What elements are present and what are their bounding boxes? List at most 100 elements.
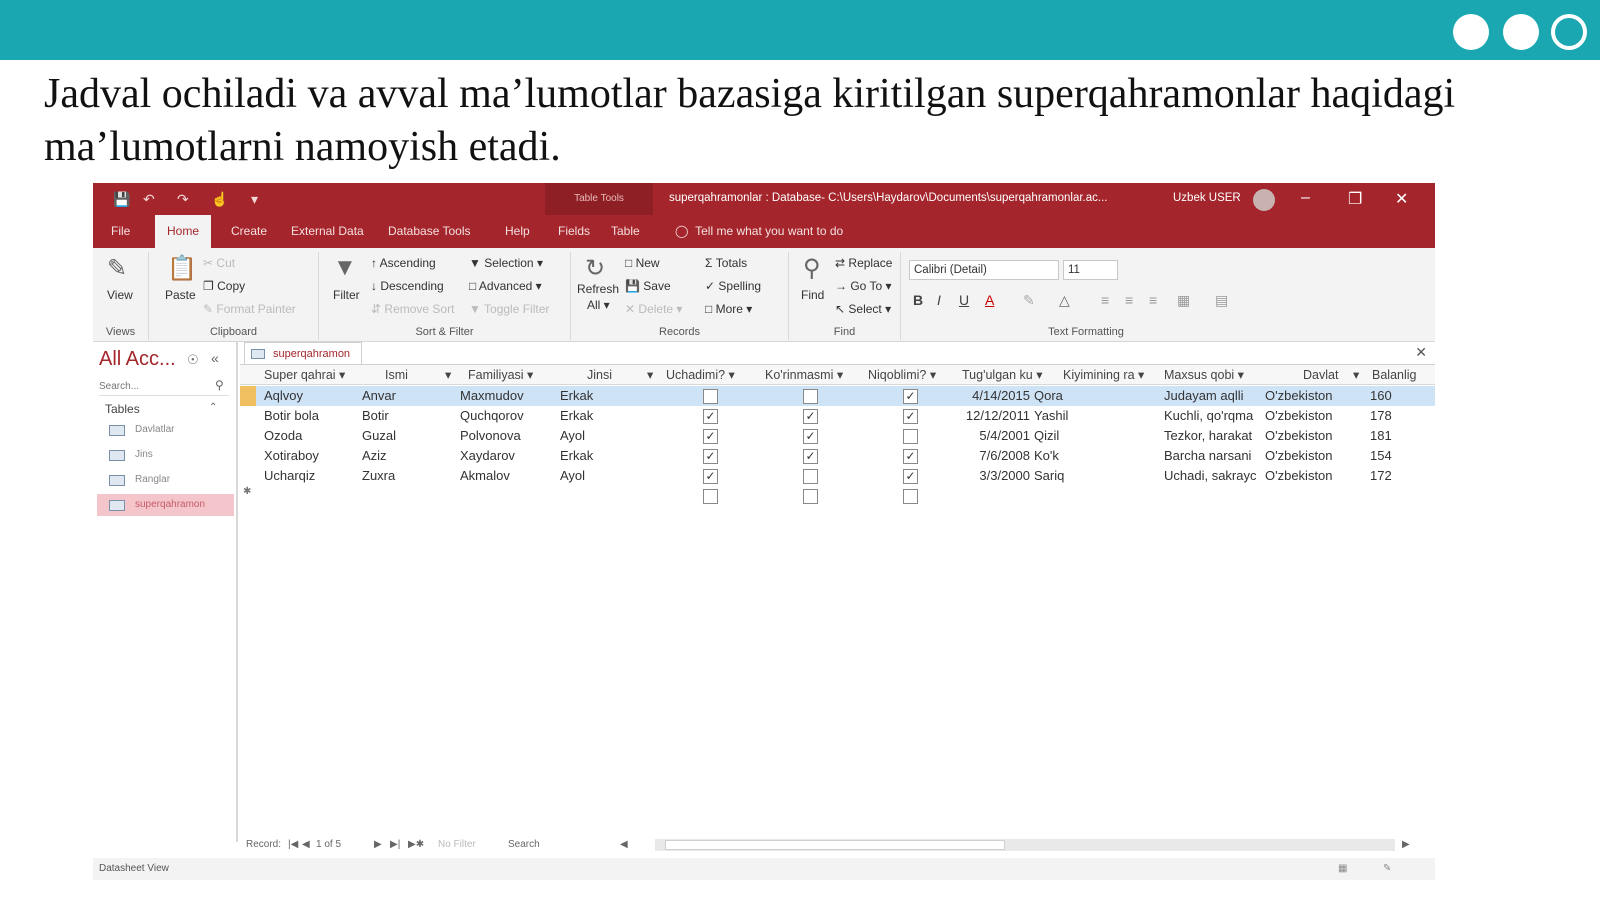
- nav-item-ranglar[interactable]: Ranglar: [97, 469, 234, 491]
- checkbox[interactable]: ✓: [903, 449, 918, 464]
- gridlines-icon[interactable]: ▦: [1177, 292, 1190, 309]
- table-cell[interactable]: Botir bola: [264, 406, 362, 426]
- checkbox[interactable]: [803, 389, 818, 404]
- column-header[interactable]: Niqoblimi? ▾: [868, 365, 963, 385]
- table-cell[interactable]: Erkak: [560, 406, 658, 426]
- align-left-icon[interactable]: ≡: [1101, 292, 1109, 308]
- delete-record-button[interactable]: ✕ Delete ▾: [625, 302, 682, 316]
- toggle-filter-button[interactable]: ▼ Toggle Filter: [469, 302, 549, 316]
- checkbox[interactable]: ✓: [703, 449, 718, 464]
- table-cell[interactable]: O'zbekiston: [1265, 426, 1369, 446]
- highlight-icon[interactable]: ✎: [1023, 292, 1035, 309]
- table-cell[interactable]: Ko'k: [1034, 446, 1100, 466]
- checkbox[interactable]: [803, 489, 818, 504]
- checkbox[interactable]: ✓: [803, 449, 818, 464]
- checkbox[interactable]: ✓: [903, 389, 918, 404]
- table-cell[interactable]: 154: [1370, 446, 1430, 466]
- descending-button[interactable]: ↓ Descending: [371, 279, 444, 293]
- table-row[interactable]: ✓ ✓ ✓ Botir bola Botir Quchqorov Erkak 12/12/20…: [240, 406, 1435, 426]
- table-cell[interactable]: 7/6/2008: [962, 446, 1030, 466]
- tab-external-data[interactable]: External Data: [279, 215, 376, 248]
- table-row[interactable]: ✓ ✓ Ucharqiz Zuxra Akmalov Ayol 3/3/2000 Sariq U…: [240, 466, 1435, 486]
- table-cell[interactable]: Ayol: [560, 466, 658, 486]
- bold-button[interactable]: B: [913, 292, 923, 308]
- copy-button[interactable]: ❐ Copy: [203, 279, 245, 293]
- record-position[interactable]: 1 of 5: [316, 839, 341, 850]
- tab-table[interactable]: Table: [599, 215, 652, 248]
- table-cell[interactable]: Xotiraboy: [264, 446, 362, 466]
- record-selector[interactable]: [240, 406, 256, 426]
- column-header[interactable]: Ismi: [385, 365, 445, 385]
- minimize-icon[interactable]: –: [1301, 189, 1310, 207]
- table-cell[interactable]: Qora: [1034, 386, 1100, 406]
- record-selector[interactable]: [240, 466, 256, 486]
- customize-toolbar-icon[interactable]: ▾: [251, 191, 258, 208]
- checkbox[interactable]: ✓: [903, 469, 918, 484]
- checkbox[interactable]: ✓: [903, 409, 918, 424]
- avatar[interactable]: [1253, 189, 1275, 211]
- table-cell[interactable]: Polvonova: [460, 426, 558, 446]
- refresh-icon[interactable]: ↻: [585, 254, 605, 283]
- new-record-row[interactable]: ✱: [240, 486, 1435, 506]
- column-header[interactable]: Kiyimining ra ▾: [1063, 365, 1166, 385]
- record-selector[interactable]: ✱: [240, 486, 256, 506]
- table-cell[interactable]: O'zbekiston: [1265, 386, 1369, 406]
- table-cell[interactable]: Akmalov: [460, 466, 558, 486]
- goto-button[interactable]: → Go To ▾: [835, 279, 892, 293]
- record-selector[interactable]: [240, 426, 256, 446]
- checkbox[interactable]: [703, 489, 718, 504]
- table-cell[interactable]: O'zbekiston: [1265, 406, 1369, 426]
- ascending-button[interactable]: ↑ Ascending: [371, 256, 436, 270]
- nav-pane-title[interactable]: All Acc...: [99, 348, 176, 371]
- table-cell[interactable]: Ucharqiz: [264, 466, 362, 486]
- checkbox[interactable]: ✓: [703, 409, 718, 424]
- align-right-icon[interactable]: ≡: [1149, 292, 1157, 308]
- table-cell[interactable]: Ayol: [560, 426, 658, 446]
- document-tab-superqahramon[interactable]: superqahramon: [244, 342, 362, 364]
- table-cell[interactable]: 178: [1370, 406, 1430, 426]
- nav-item-jins[interactable]: Jins: [97, 444, 234, 466]
- column-header[interactable]: Uchadimi? ▾: [666, 365, 761, 385]
- touch-mode-icon[interactable]: ☝: [211, 191, 228, 208]
- column-header[interactable]: Maxsus qobi ▾: [1164, 365, 1264, 385]
- totals-button[interactable]: Σ Totals: [705, 256, 747, 270]
- fill-color-icon[interactable]: △: [1059, 292, 1070, 309]
- nav-search-input[interactable]: [99, 378, 229, 396]
- nav-section-tables[interactable]: Tables: [105, 402, 140, 416]
- italic-button[interactable]: I: [937, 292, 941, 308]
- close-document-icon[interactable]: ✕: [1415, 344, 1427, 361]
- undo-icon[interactable]: ↶: [143, 191, 155, 208]
- filter-icon[interactable]: ▼: [333, 254, 357, 282]
- redo-icon[interactable]: ↷: [177, 191, 189, 208]
- alternate-row-color-icon[interactable]: ▤: [1215, 292, 1228, 309]
- table-row[interactable]: ✓ ✓ ✓ Xotiraboy Aziz Xaydarov Erkak 7/6/2008 Ko'…: [240, 446, 1435, 466]
- record-selector[interactable]: [240, 386, 256, 406]
- table-cell[interactable]: Qizil: [1034, 426, 1100, 446]
- checkbox[interactable]: [803, 469, 818, 484]
- close-icon[interactable]: ✕: [1395, 189, 1408, 209]
- column-header[interactable]: Davlat: [1303, 365, 1353, 385]
- view-icon[interactable]: ✎: [107, 254, 127, 283]
- find-button[interactable]: Find: [801, 288, 824, 302]
- font-color-button[interactable]: A: [985, 292, 994, 308]
- table-cell[interactable]: Tezkor, harakat: [1164, 426, 1265, 446]
- table-cell[interactable]: Aziz: [362, 446, 460, 466]
- checkbox[interactable]: [903, 429, 918, 444]
- table-cell[interactable]: Erkak: [560, 446, 658, 466]
- format-painter-button[interactable]: ✎ Format Painter: [203, 302, 296, 316]
- record-search-box[interactable]: Search: [508, 839, 540, 850]
- column-header[interactable]: Familiyasi ▾: [468, 365, 553, 385]
- first-record-icon[interactable]: |◀: [288, 839, 298, 850]
- table-cell[interactable]: 3/3/2000: [962, 466, 1030, 486]
- new-record-button[interactable]: □ New: [625, 256, 660, 270]
- tell-me-box[interactable]: ◯ Tell me what you want to do: [675, 215, 843, 248]
- align-center-icon[interactable]: ≡: [1125, 292, 1133, 308]
- table-cell[interactable]: Kuchli, qo'rqma: [1164, 406, 1265, 426]
- next-record-icon[interactable]: ▶: [374, 839, 382, 850]
- last-record-icon[interactable]: ▶|: [390, 839, 400, 850]
- previous-record-icon[interactable]: ◀: [302, 839, 310, 850]
- table-cell[interactable]: Quchqorov: [460, 406, 558, 426]
- filter-button[interactable]: Filter: [333, 288, 360, 302]
- nav-options-icon[interactable]: ☉: [187, 352, 199, 368]
- column-header[interactable]: Balanlig: [1372, 365, 1435, 385]
